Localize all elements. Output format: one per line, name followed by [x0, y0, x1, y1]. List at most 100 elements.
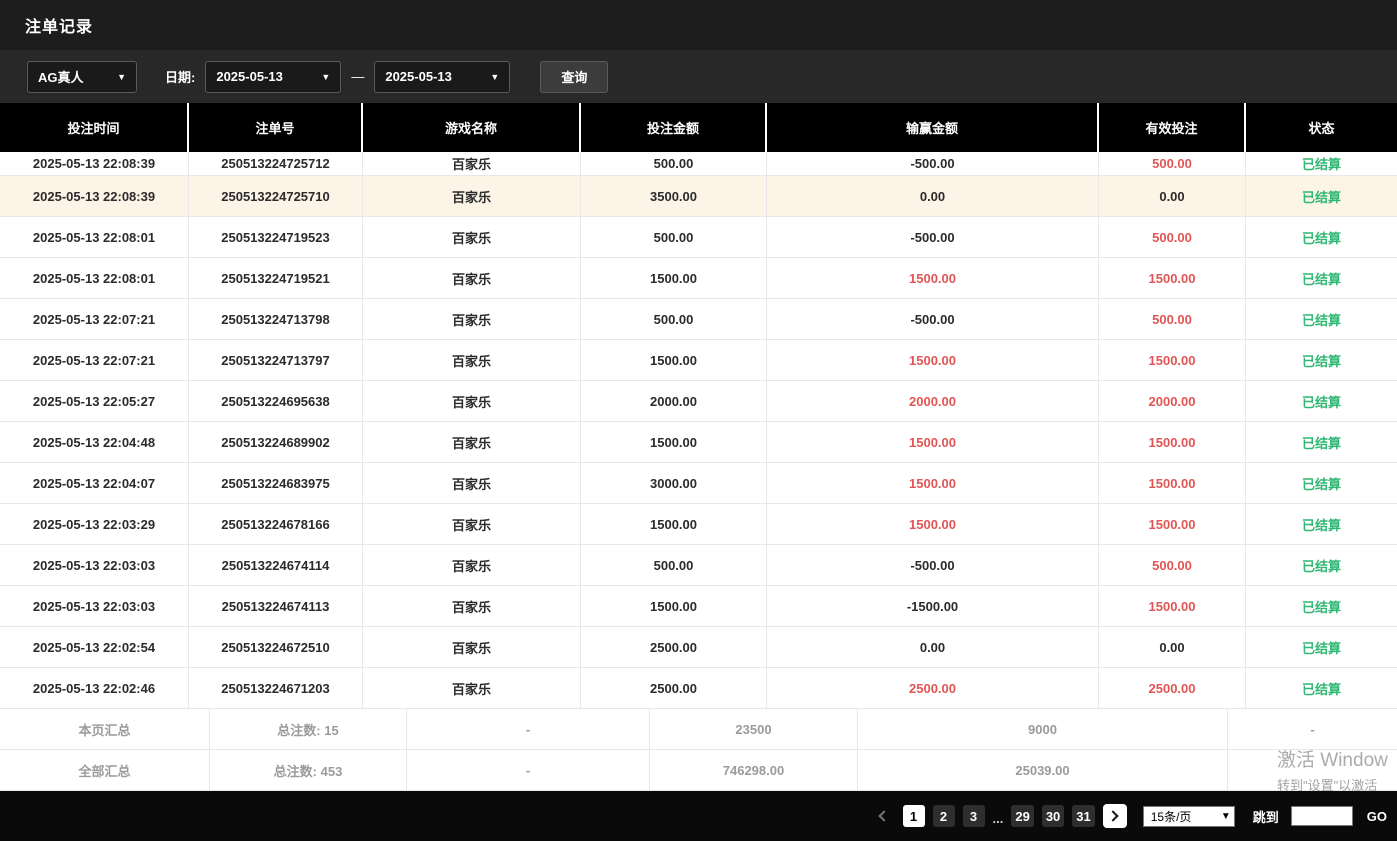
summary-game-cell: -: [407, 750, 650, 790]
go-button[interactable]: GO: [1367, 809, 1387, 824]
next-page-button[interactable]: [1103, 804, 1127, 828]
valid-bet-cell: 2500.00: [1099, 668, 1246, 708]
summary-amount-cell: 746298.00: [650, 750, 858, 790]
page-size-select[interactable]: 15条/页 ▼: [1143, 806, 1235, 827]
jump-page-input[interactable]: [1291, 806, 1353, 826]
table-body: 2025-05-13 22:08:39250513224725712百家乐500…: [0, 152, 1397, 709]
game-name-cell: 百家乐: [363, 299, 581, 339]
table-row: 2025-05-13 22:02:46250513224671203百家乐250…: [0, 668, 1397, 709]
page-button-29[interactable]: 29: [1011, 805, 1033, 827]
summary-extra-cell: -: [1228, 709, 1397, 749]
bet-time-cell: 2025-05-13 22:08:39: [0, 176, 189, 216]
table-row: 2025-05-13 22:03:03250513224674113百家乐150…: [0, 586, 1397, 627]
winloss-cell: 0.00: [767, 627, 1099, 667]
winloss-cell: 1500.00: [767, 340, 1099, 380]
bet-amount-cell: 2500.00: [581, 668, 767, 708]
valid-bet-cell: 500.00: [1099, 217, 1246, 257]
bet-amount-cell: 1500.00: [581, 586, 767, 626]
winloss-cell: -500.00: [767, 299, 1099, 339]
summary-winloss-cell: 25039.00: [858, 750, 1228, 790]
bet-amount-cell: 500.00: [581, 217, 767, 257]
bet-time-cell: 2025-05-13 22:07:21: [0, 340, 189, 380]
valid-bet-cell: 1500.00: [1099, 258, 1246, 298]
bet-time-cell: 2025-05-13 22:02:54: [0, 627, 189, 667]
bet-amount-cell: 1500.00: [581, 504, 767, 544]
bet-time-cell: 2025-05-13 22:04:07: [0, 463, 189, 503]
status-cell: 已结算: [1246, 422, 1397, 462]
summary-label-cell: 全部汇总: [0, 750, 210, 790]
table-row: 2025-05-13 22:02:54250513224672510百家乐250…: [0, 627, 1397, 668]
page-button-30[interactable]: 30: [1042, 805, 1064, 827]
winloss-cell: -1500.00: [767, 586, 1099, 626]
summary-section: 本页汇总总注数: 15-235009000-全部汇总总注数: 453-74629…: [0, 709, 1397, 791]
valid-bet-cell: 500.00: [1099, 299, 1246, 339]
game-name-cell: 百家乐: [363, 586, 581, 626]
valid-bet-cell: 1500.00: [1099, 586, 1246, 626]
query-button[interactable]: 查询: [540, 61, 608, 93]
chevron-down-icon: ▼: [321, 72, 330, 82]
game-type-select[interactable]: AG真人 ▼: [27, 61, 137, 93]
date-label: 日期:: [165, 67, 195, 86]
page-button-1[interactable]: 1: [903, 805, 925, 827]
bet-records-app: 注单记录 AG真人 ▼ 日期: 2025-05-13 ▼ — 2025-05-1…: [0, 0, 1397, 791]
chevron-right-icon: [1108, 810, 1119, 821]
bet-no-cell: 250513224713797: [189, 340, 363, 380]
prev-page-button[interactable]: [871, 804, 895, 828]
page-button-3[interactable]: 3: [963, 805, 985, 827]
bet-no-cell: 250513224725710: [189, 176, 363, 216]
game-name-cell: 百家乐: [363, 217, 581, 257]
table-header-row: 投注时间注单号游戏名称投注金额输赢金额有效投注状态: [0, 103, 1397, 152]
valid-bet-cell: 0.00: [1099, 176, 1246, 216]
title-bar: 注单记录: [0, 0, 1397, 50]
valid-bet-cell: 500.00: [1099, 545, 1246, 585]
bet-no-cell: 250513224725712: [189, 152, 363, 175]
summary-extra-cell: [1228, 750, 1397, 790]
table-row: 2025-05-13 22:03:03250513224674114百家乐500…: [0, 545, 1397, 586]
bet-time-cell: 2025-05-13 22:03:03: [0, 586, 189, 626]
chevron-down-icon: ▼: [490, 72, 499, 82]
bet-no-cell: 250513224671203: [189, 668, 363, 708]
valid-bet-cell: 1500.00: [1099, 463, 1246, 503]
bet-amount-cell: 3000.00: [581, 463, 767, 503]
winloss-cell: -500.00: [767, 545, 1099, 585]
bet-no-cell: 250513224674114: [189, 545, 363, 585]
bet-time-cell: 2025-05-13 22:07:21: [0, 299, 189, 339]
status-cell: 已结算: [1246, 504, 1397, 544]
game-name-cell: 百家乐: [363, 668, 581, 708]
bet-amount-cell: 2000.00: [581, 381, 767, 421]
date-range-separator: —: [351, 69, 364, 84]
chevron-down-icon: ▼: [1221, 811, 1231, 822]
status-cell: 已结算: [1246, 381, 1397, 421]
valid-bet-cell: 0.00: [1099, 627, 1246, 667]
column-header: 输赢金额: [767, 103, 1099, 152]
column-header: 投注时间: [0, 103, 189, 152]
table-row: 2025-05-13 22:07:21250513224713798百家乐500…: [0, 299, 1397, 340]
status-cell: 已结算: [1246, 586, 1397, 626]
bet-time-cell: 2025-05-13 22:02:46: [0, 668, 189, 708]
bet-amount-cell: 1500.00: [581, 340, 767, 380]
winloss-cell: -500.00: [767, 152, 1099, 175]
column-header: 游戏名称: [363, 103, 581, 152]
page-button-2[interactable]: 2: [933, 805, 955, 827]
summary-winloss-cell: 9000: [858, 709, 1228, 749]
table-row: 2025-05-13 22:08:39250513224725712百家乐500…: [0, 152, 1397, 176]
date-from-value: 2025-05-13: [216, 69, 283, 84]
bet-amount-cell: 500.00: [581, 152, 767, 175]
summary-row: 全部汇总总注数: 453-746298.0025039.00: [0, 750, 1397, 791]
status-cell: 已结算: [1246, 668, 1397, 708]
bet-time-cell: 2025-05-13 22:04:48: [0, 422, 189, 462]
bet-time-cell: 2025-05-13 22:03:29: [0, 504, 189, 544]
date-to-select[interactable]: 2025-05-13 ▼: [374, 61, 510, 93]
bet-time-cell: 2025-05-13 22:05:27: [0, 381, 189, 421]
status-cell: 已结算: [1246, 545, 1397, 585]
bet-no-cell: 250513224683975: [189, 463, 363, 503]
table-row: 2025-05-13 22:08:01250513224719523百家乐500…: [0, 217, 1397, 258]
game-name-cell: 百家乐: [363, 504, 581, 544]
date-from-select[interactable]: 2025-05-13 ▼: [205, 61, 341, 93]
winloss-cell: 2500.00: [767, 668, 1099, 708]
bet-time-cell: 2025-05-13 22:03:03: [0, 545, 189, 585]
date-to-value: 2025-05-13: [385, 69, 452, 84]
winloss-cell: 1500.00: [767, 504, 1099, 544]
page-button-31[interactable]: 31: [1072, 805, 1094, 827]
table-row: 2025-05-13 22:04:07250513224683975百家乐300…: [0, 463, 1397, 504]
